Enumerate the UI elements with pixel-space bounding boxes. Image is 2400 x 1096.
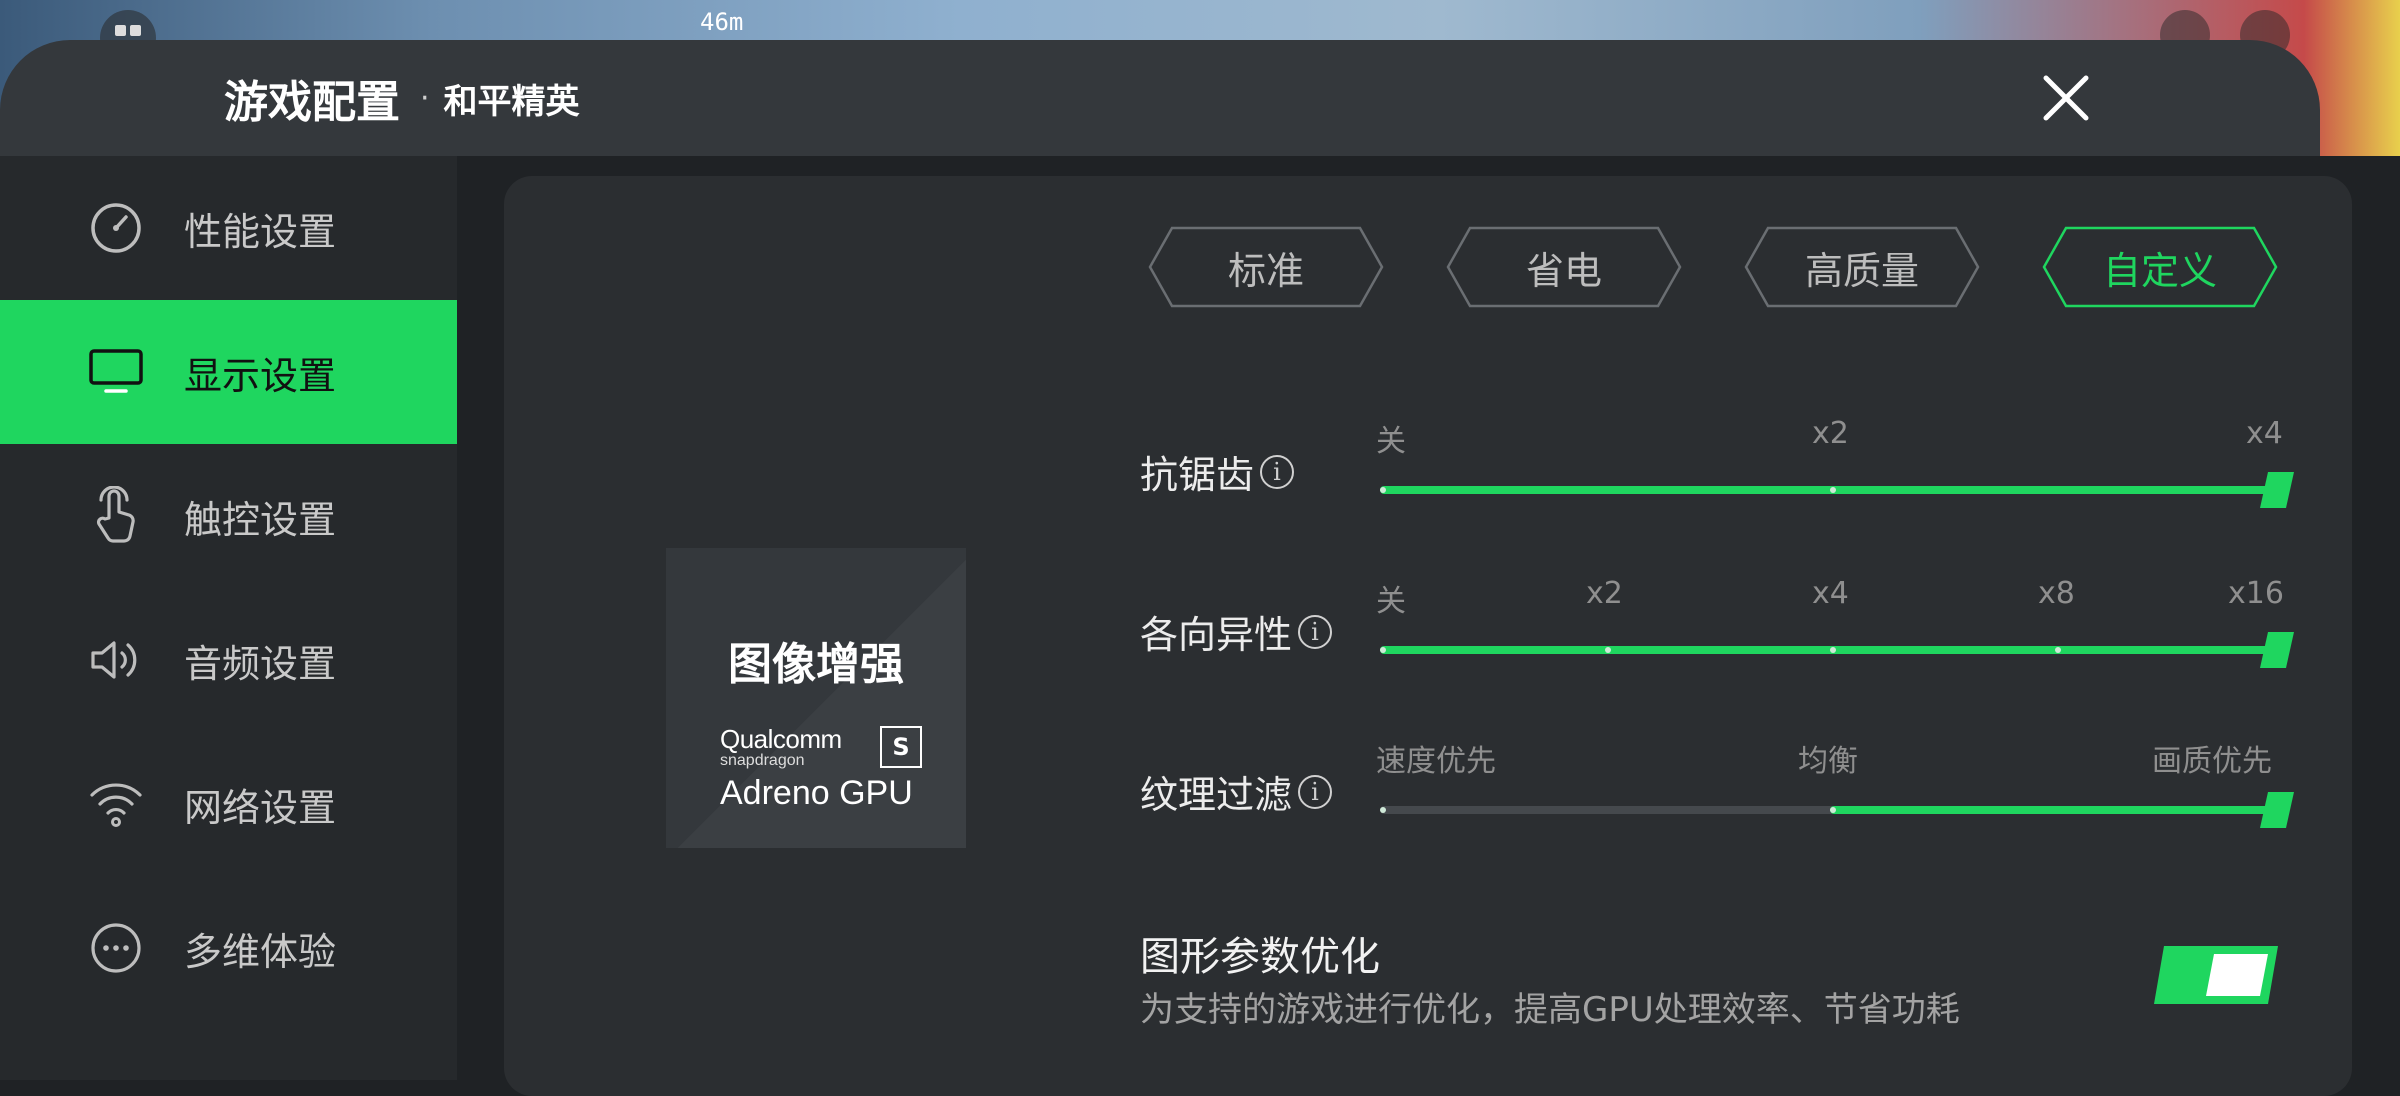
preset-tab-high-quality[interactable]: 高质量 (1744, 226, 1980, 308)
slider-tick-label: x4 (2246, 416, 2283, 451)
more-dots-icon (86, 918, 146, 978)
graphics-opt-toggle[interactable] (2154, 946, 2278, 1004)
adreno-gpu-text: Adreno GPU (720, 774, 913, 812)
sidebar-item-label: 显示设置 (184, 353, 337, 398)
slider-step-dot (1830, 647, 1836, 653)
game-name: 和平精英 (443, 81, 580, 122)
qualcomm-logo-text: Qualcomm (720, 724, 842, 754)
sidebar-item-audio[interactable]: 音频设置 (0, 588, 457, 732)
anisotropic-slider[interactable] (1380, 622, 2296, 682)
slider-tick-label: 画质优先 (2152, 744, 2272, 779)
slider-step-dot (1380, 647, 1386, 653)
touch-hand-icon (86, 486, 146, 546)
dialog-title: 游戏配置 (224, 77, 400, 128)
info-icon[interactable]: i (1260, 454, 1295, 489)
slider-tick-label: x2 (1586, 576, 1623, 611)
sidebar-item-label: 多维体验 (184, 929, 337, 974)
card-title: 图像增强 (728, 639, 904, 690)
slider-step-dot (1380, 807, 1386, 813)
monitor-icon (86, 342, 146, 402)
title-separator: · (420, 80, 430, 116)
preset-tab-power-saving[interactable]: 省电 (1446, 226, 1682, 308)
preset-tab-standard[interactable]: 标准 (1148, 226, 1384, 308)
anti-aliasing-label: 抗锯齿 i (1140, 444, 1295, 499)
close-button[interactable] (2036, 68, 2096, 128)
sidebar: 性能设置 显示设置 触控设置 音频设置 网络设置 多维体验 (0, 156, 457, 1080)
snapdragon-text: snapdragon (720, 752, 805, 769)
slider-tick-label: x4 (1812, 576, 1849, 611)
slider-tick-label: x8 (2038, 576, 2075, 611)
slider-tick-label: 速度优先 (1376, 744, 1496, 779)
slider-tick-label: x2 (1812, 416, 1849, 451)
anti-aliasing-slider[interactable] (1380, 462, 2296, 522)
sidebar-item-performance[interactable]: 性能设置 (0, 156, 457, 300)
info-icon[interactable]: i (1298, 774, 1333, 809)
sidebar-item-label: 音频设置 (184, 641, 337, 686)
speaker-icon (86, 630, 146, 690)
slider-step-dot (1830, 807, 1836, 813)
close-icon (2043, 75, 2089, 121)
slider-step-dot (2055, 647, 2061, 653)
slider-handle[interactable] (2260, 472, 2294, 508)
slider-tick-label: 关 (1376, 584, 1406, 619)
sidebar-item-label: 触控设置 (184, 497, 337, 542)
sidebar-item-display[interactable]: 显示设置 (0, 300, 457, 444)
anisotropic-label: 各向异性 i (1140, 604, 1333, 659)
sidebar-item-network[interactable]: 网络设置 (0, 732, 457, 876)
sidebar-item-label: 网络设置 (184, 785, 337, 830)
slider-fill (1830, 806, 2280, 814)
slider-step-dot (1380, 487, 1386, 493)
graphics-opt-description: 为支持的游戏进行优化，提高GPU处理效率、节省功耗 (1140, 990, 1960, 1030)
slider-handle[interactable] (2260, 632, 2294, 668)
speedometer-icon (86, 198, 146, 258)
info-icon[interactable]: i (1298, 614, 1333, 649)
slider-step-dot (1605, 647, 1611, 653)
dialog-header: 游戏配置 · 和平精英 (0, 40, 2320, 156)
slider-step-dot (1830, 487, 1836, 493)
wifi-icon (86, 774, 146, 834)
snapdragon-logo-icon: S (880, 726, 922, 768)
slider-handle[interactable] (2260, 792, 2294, 828)
texture-filter-label: 纹理过滤 i (1140, 764, 1333, 819)
sidebar-item-experience[interactable]: 多维体验 (0, 876, 457, 1020)
hud-distance: 46m (700, 8, 744, 36)
sidebar-item-touch[interactable]: 触控设置 (0, 444, 457, 588)
display-settings-panel: 图像增强 Qualcomm snapdragon Adreno GPU S 标准… (504, 176, 2352, 1096)
dialog-body: 性能设置 显示设置 触控设置 音频设置 网络设置 多维体验 图像增强 Qualc… (0, 156, 2400, 1096)
texture-filter-slider[interactable] (1380, 782, 2296, 842)
slider-tick-label: 均衡 (1798, 744, 1858, 779)
sidebar-item-label: 性能设置 (184, 209, 337, 254)
image-enhance-card: 图像增强 Qualcomm snapdragon Adreno GPU S (666, 548, 966, 848)
slider-tick-label: 关 (1376, 424, 1406, 459)
graphics-opt-title: 图形参数优化 (1140, 934, 1380, 980)
preset-tab-custom[interactable]: 自定义 (2042, 226, 2278, 308)
slider-tick-label: x16 (2228, 576, 2284, 611)
